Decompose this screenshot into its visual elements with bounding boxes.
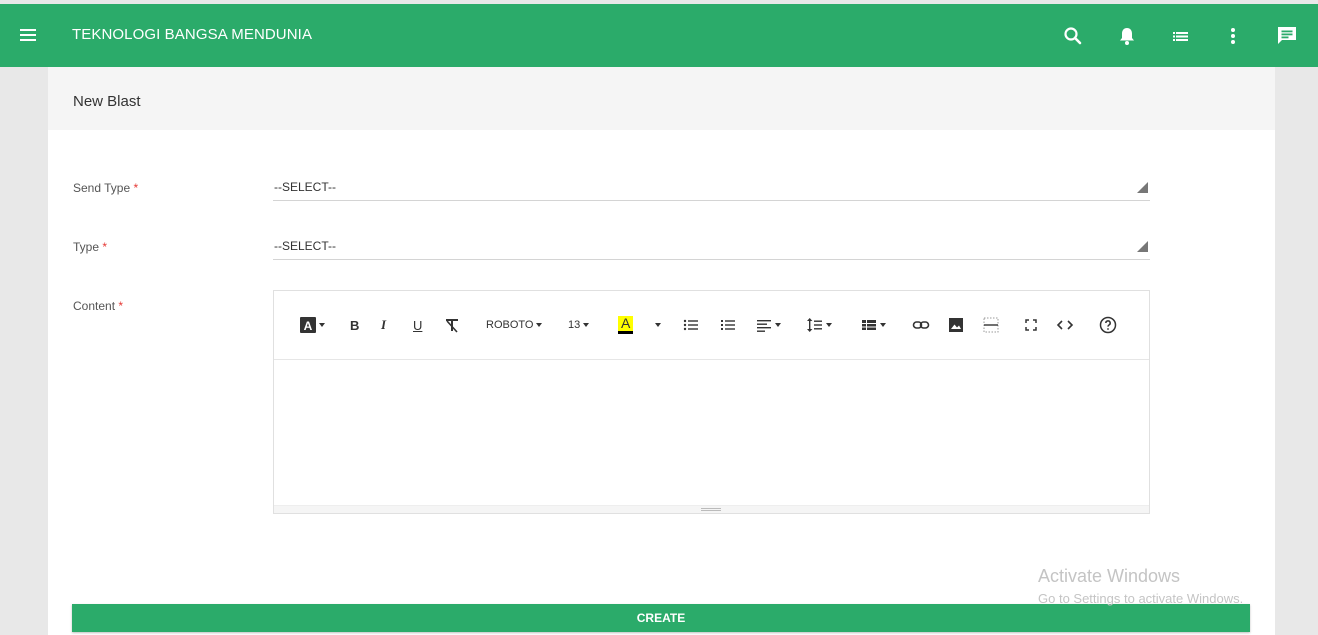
required-mark: * (118, 299, 124, 313)
align-left-icon (757, 320, 771, 332)
send-type-label: Send Type * (73, 181, 138, 195)
highlight-letter: A (618, 316, 634, 334)
page-title: New Blast (73, 93, 141, 110)
ordered-list-icon[interactable] (720, 315, 736, 335)
style-icon: A (300, 317, 316, 333)
fullscreen-icon[interactable] (1023, 315, 1039, 335)
chat-icon[interactable] (1275, 24, 1299, 48)
picture-icon[interactable] (948, 315, 964, 335)
font-size-dropdown[interactable]: 13 (568, 315, 590, 335)
highlight-color-button[interactable]: A (618, 315, 634, 335)
list-icon[interactable] (1169, 24, 1193, 48)
type-value: --SELECT-- (274, 239, 337, 253)
card-header: New Blast (48, 67, 1275, 130)
type-select[interactable]: --SELECT-- (273, 236, 1150, 260)
unordered-list-icon[interactable] (683, 315, 699, 335)
required-mark: * (102, 240, 108, 254)
form-card: New Blast Send Type * --SELECT-- Type * … (48, 67, 1275, 635)
dropdown-arrow-icon (1137, 182, 1148, 193)
style-dropdown[interactable]: A (300, 315, 325, 335)
send-type-value: --SELECT-- (274, 180, 337, 194)
line-height-icon (807, 318, 822, 332)
bell-icon[interactable] (1115, 24, 1139, 48)
font-size-value: 13 (568, 319, 581, 331)
search-icon[interactable] (1061, 24, 1085, 48)
content-editor-area[interactable] (274, 361, 1149, 505)
bold-button[interactable]: B (350, 315, 359, 335)
dropdown-arrow-icon (1137, 241, 1148, 252)
menu-icon[interactable] (18, 25, 40, 45)
more-vert-icon[interactable] (1221, 24, 1245, 48)
rich-text-editor: A B I U ROBOTO 13 A (273, 290, 1150, 514)
highlight-color-dropdown[interactable] (652, 315, 661, 335)
create-button[interactable]: CREATE (72, 604, 1250, 632)
link-icon[interactable] (912, 315, 930, 335)
resize-grip-icon (701, 508, 721, 511)
horizontal-rule-icon[interactable] (983, 315, 999, 335)
type-label-text: Type (73, 240, 100, 254)
line-height-dropdown[interactable] (807, 315, 832, 335)
editor-toolbar: A B I U ROBOTO 13 A (274, 291, 1149, 360)
table-icon (862, 320, 876, 330)
send-type-label-text: Send Type (73, 181, 131, 195)
underline-button[interactable]: U (413, 315, 422, 335)
content-label: Content * (73, 299, 123, 313)
table-dropdown[interactable] (861, 315, 886, 335)
type-label: Type * (73, 240, 107, 254)
font-family-value: ROBOTO (486, 319, 534, 331)
help-icon[interactable] (1099, 315, 1117, 335)
content-label-text: Content (73, 299, 116, 313)
svg-text:A: A (304, 319, 313, 333)
clear-format-icon[interactable] (444, 315, 460, 335)
editor-resize-handle[interactable] (274, 505, 1149, 513)
code-view-icon[interactable] (1056, 315, 1074, 335)
font-family-dropdown[interactable]: ROBOTO (486, 315, 543, 335)
app-bar: TEKNOLOGI BANGSA MENDUNIA (0, 4, 1318, 67)
required-mark: * (133, 181, 139, 195)
app-title: TEKNOLOGI BANGSA MENDUNIA (72, 26, 313, 43)
italic-button[interactable]: I (381, 315, 386, 335)
send-type-select[interactable]: --SELECT-- (273, 177, 1150, 201)
paragraph-align-dropdown[interactable] (756, 315, 781, 335)
